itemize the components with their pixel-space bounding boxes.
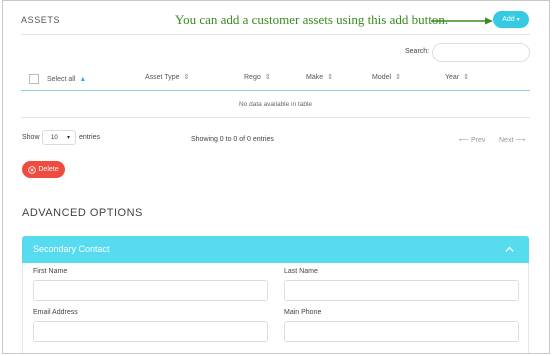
caret-down-icon: ▾ — [66, 135, 70, 141]
pagination-info: Showing 0 to 0 of 0 entries — [191, 136, 274, 143]
add-button[interactable]: Add ▾ — [493, 11, 529, 28]
column-label: Model — [372, 74, 392, 81]
secondary-contact-panel-header[interactable]: Secondary Contact — [22, 236, 529, 263]
empty-table-message: No data available in table — [239, 100, 312, 108]
email-label: Email Address — [33, 309, 78, 316]
sort-icon[interactable]: ⇕ — [327, 74, 333, 81]
entries-label: entries — [79, 134, 101, 141]
sort-icon[interactable]: ⇕ — [463, 74, 469, 81]
sort-up-icon[interactable]: ▲ — [79, 76, 86, 83]
column-label: Rego — [244, 74, 261, 81]
select-all-label: Select all — [47, 75, 76, 83]
arrow-right-icon: ⟶ — [515, 137, 526, 144]
assets-title: ASSETS — [21, 15, 61, 25]
email-field[interactable] — [33, 321, 268, 342]
last-name-label: Last Name — [284, 268, 318, 275]
next-label: Next — [499, 137, 514, 144]
column-header-model[interactable]: Model ⇕ — [372, 74, 401, 81]
prev-label: Prev — [471, 137, 486, 144]
caret-down-icon: ▾ — [516, 17, 520, 23]
column-label: Make — [306, 74, 324, 81]
column-label: Year — [445, 74, 460, 81]
select-all-header[interactable]: Select all ▲ — [29, 74, 86, 84]
page-size-value: 10 — [51, 134, 58, 141]
sort-icon[interactable]: ⇕ — [184, 74, 190, 81]
next-page-link[interactable]: Next ⟶ — [499, 136, 525, 144]
panel-title: Secondary Contact — [33, 244, 110, 254]
main-phone-label: Main Phone — [284, 309, 322, 316]
first-name-label: First Name — [33, 268, 68, 275]
show-label: Show — [22, 134, 40, 141]
annotation-text: You can add a customer assets using this… — [175, 12, 449, 27]
column-header-make[interactable]: Make ⇕ — [306, 74, 333, 81]
column-header-asset-type[interactable]: Asset Type ⇕ — [145, 74, 189, 81]
table-bottom-divider — [21, 117, 530, 118]
page-size-select[interactable]: 10 ▾ — [42, 130, 76, 145]
column-label: Asset Type — [145, 74, 180, 81]
arrow-left-icon: ⟵ — [459, 137, 470, 144]
first-name-field[interactable] — [33, 280, 268, 301]
table-header: Select all ▲ Asset Type ⇕ Rego ⇕ Make ⇕ … — [21, 67, 530, 91]
select-all-checkbox[interactable] — [29, 74, 39, 84]
column-header-year[interactable]: Year ⇕ — [445, 74, 469, 81]
main-phone-field[interactable] — [284, 321, 519, 342]
secondary-contact-panel: First Name Last Name Email Address Main … — [22, 263, 529, 353]
search-input[interactable] — [432, 43, 530, 62]
page-frame: ASSETS You can add a customer assets usi… — [2, 0, 550, 354]
delete-button-label: Delete — [38, 166, 59, 173]
add-button-label: Add — [502, 16, 515, 23]
column-header-rego[interactable]: Rego ⇕ — [244, 74, 271, 81]
annotation-arrow-icon — [431, 17, 493, 25]
sort-icon[interactable]: ⇕ — [265, 74, 271, 81]
divider — [21, 34, 530, 35]
x-circle-icon — [28, 165, 37, 174]
delete-button[interactable]: Delete — [22, 161, 65, 178]
sort-icon[interactable]: ⇕ — [395, 74, 401, 81]
last-name-field[interactable] — [284, 280, 519, 301]
search-label: Search: — [405, 48, 430, 55]
advanced-options-title: ADVANCED OPTIONS — [22, 207, 143, 219]
prev-page-link[interactable]: ⟵ Prev — [459, 136, 485, 144]
chevron-up-icon[interactable] — [504, 244, 515, 255]
